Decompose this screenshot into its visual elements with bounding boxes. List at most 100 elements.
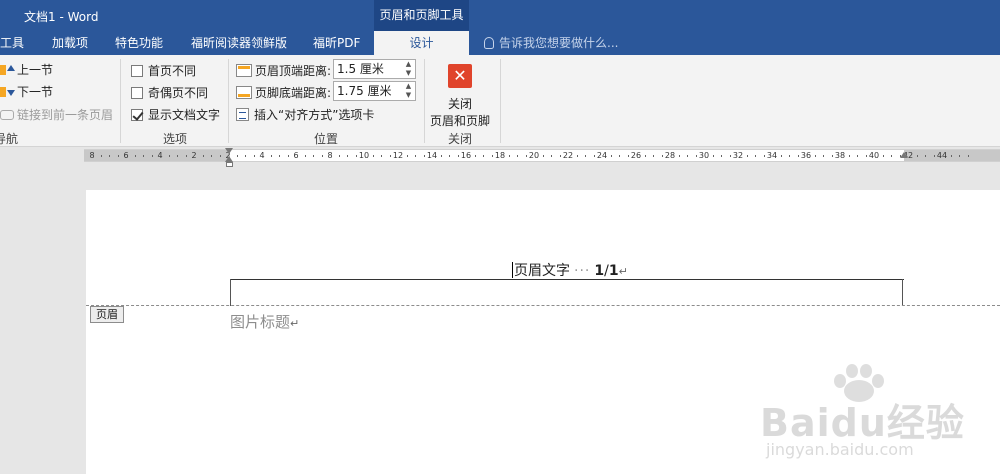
ruler-tick-mark — [933, 155, 935, 157]
next-section-icon — [0, 86, 15, 98]
caption-text: 图片标题 — [230, 313, 291, 331]
ruler-tick-mark — [211, 155, 212, 157]
tab-special-features[interactable]: 特色功能 — [115, 31, 163, 55]
ruler-tick-mark — [151, 155, 153, 157]
link-to-previous-label: 链接到前一条页眉 — [17, 108, 114, 122]
options-group-label: 选项 — [163, 132, 188, 146]
tab-addins[interactable]: 加载项 — [52, 31, 88, 55]
group-divider — [228, 59, 229, 143]
tell-me-search[interactable]: 告诉我您想要做什么... — [484, 31, 618, 55]
first-line-indent-icon — [225, 148, 233, 154]
baidu-watermark: Baidu经验 jingyan.baidu.com — [760, 362, 996, 470]
close-line1: 关闭 — [447, 97, 472, 111]
spinner-arrows-icon[interactable]: ▲ ▼ — [402, 82, 415, 100]
paragraph-mark: ↵ — [290, 317, 300, 330]
show-document-text-checkbox[interactable]: 显示文档文字 — [131, 106, 220, 123]
right-indent-marker[interactable] — [900, 152, 908, 158]
ruler-tick-mark — [483, 155, 484, 157]
ruler-tick-mark — [857, 155, 858, 157]
group-divider — [424, 59, 425, 143]
ruler-tick-mark — [440, 155, 442, 157]
image-caption[interactable]: 图片标题↵ — [230, 311, 299, 332]
insert-alignment-tab-button[interactable]: 插入“对齐方式”选项卡 — [236, 106, 374, 123]
link-to-previous-button[interactable]: 链接到前一条页眉 — [0, 106, 113, 123]
ruler-tick-label: 4 — [259, 151, 265, 160]
header-from-top-spinner[interactable]: 1.5 厘米 ▲ ▼ — [333, 59, 416, 79]
ruler-tick-mark — [219, 155, 221, 157]
group-divider — [120, 59, 121, 143]
different-first-page-checkbox[interactable]: 首页不同 — [131, 62, 196, 79]
ruler-tick-mark — [109, 155, 110, 157]
checked-checkbox-icon — [131, 109, 143, 121]
tab-marker: ··· — [574, 263, 591, 279]
ruler-tick-mark — [253, 155, 255, 157]
ruler-tick-label: 28 — [664, 151, 676, 160]
ruler-tick-mark — [117, 155, 119, 157]
ruler-tick-label: 24 — [596, 151, 608, 160]
horizontal-ruler[interactable]: 8 6 4 2 2 4 6 8 10 12 14 16 18 20 22 24 26 28 30 32 34 36 38 40… — [84, 149, 1000, 162]
ruler-tick-mark — [338, 155, 340, 157]
header-from-top-value: 1.5 厘米 — [337, 62, 384, 76]
footer-from-bottom-spinner[interactable]: 1.75 厘米 ▲ ▼ — [333, 81, 416, 101]
spinner-arrows-icon[interactable]: ▲ ▼ — [402, 60, 415, 78]
tab-foxit-pdf[interactable]: 福昕PDF — [313, 31, 360, 55]
ruler-tick-label: 40 — [868, 151, 880, 160]
ruler-tick-mark — [729, 155, 731, 157]
ruler-tick-mark — [814, 155, 816, 157]
ruler-tick-mark — [593, 155, 595, 157]
different-odd-even-label: 奇偶页不同 — [148, 86, 209, 100]
close-group-label: 关闭 — [448, 132, 473, 146]
ruler-tick-label: 4 — [157, 151, 163, 160]
previous-section-label: 上一节 — [17, 63, 54, 77]
previous-section-button[interactable]: 上一节 — [0, 61, 53, 78]
page-total: 1 — [608, 263, 619, 279]
ruler-tick-mark — [763, 155, 765, 157]
ruler-tick-mark — [491, 155, 493, 157]
ruler-tick-mark — [712, 155, 714, 157]
ruler-tick-label: 8 — [327, 151, 333, 160]
tab-tools[interactable]: 工具 — [0, 31, 24, 55]
ruler-tick-label: 14 — [426, 151, 438, 160]
footer-from-bottom-label: 页脚底端距离: — [236, 84, 331, 101]
header-border-line — [230, 279, 904, 280]
right-margin-shade — [904, 150, 1000, 161]
ruler-tick-mark — [950, 155, 952, 157]
ruler-tick-mark — [355, 155, 357, 157]
close-icon[interactable]: ✕ — [448, 64, 472, 88]
word-window: 文档1 - Word 页眉和页脚工具 工具 加载项 特色功能 福昕阅读器领鲜版 … — [0, 0, 1000, 474]
header-boundary-line — [86, 305, 1000, 306]
ruler-tick-mark — [381, 155, 382, 157]
header-text: 页眉文字 — [514, 263, 570, 279]
ruler-tick-mark — [236, 155, 238, 157]
ruler-tick-label: 6 — [293, 151, 299, 160]
ruler-tick-mark — [559, 155, 561, 157]
next-section-button[interactable]: 下一节 — [0, 83, 53, 100]
tab-design[interactable]: 设计 — [374, 31, 469, 55]
left-indent-icon — [226, 162, 233, 167]
navigation-group-label: 导航 — [0, 132, 19, 146]
header-content[interactable]: 页眉文字 ··· 1/1↵ — [512, 260, 628, 280]
lightbulb-icon — [484, 37, 494, 49]
ruler-tick-mark — [423, 155, 425, 157]
ruler-tick-mark — [517, 155, 518, 157]
ruler-tick-mark — [202, 155, 204, 157]
ruler-tick-mark — [576, 155, 578, 157]
ruler-tick-mark — [627, 155, 629, 157]
ruler-tick-mark — [143, 155, 144, 157]
ruler-tick-mark — [245, 155, 246, 157]
footer-position-icon — [236, 86, 252, 99]
ruler-tick-mark — [687, 155, 688, 157]
different-odd-even-checkbox[interactable]: 奇偶页不同 — [131, 84, 208, 101]
checkbox-icon — [131, 87, 143, 99]
ruler-tick-mark — [508, 155, 510, 157]
ruler-tick-mark — [619, 155, 620, 157]
indent-marker[interactable] — [225, 148, 234, 168]
tab-foxit-reader[interactable]: 福昕阅读器领鲜版 — [191, 31, 287, 55]
close-header-footer-button[interactable]: 关闭 页眉和页脚 — [430, 95, 490, 129]
ruler-tick-label: 12 — [392, 151, 404, 160]
header-from-top-label: 页眉顶端距离: — [236, 62, 331, 79]
ruler-tick-mark — [823, 155, 824, 157]
ruler-tick-label: 2 — [191, 151, 197, 160]
ruler-tick-label: 16 — [460, 151, 472, 160]
ruler-tick-label: 8 — [89, 151, 95, 160]
